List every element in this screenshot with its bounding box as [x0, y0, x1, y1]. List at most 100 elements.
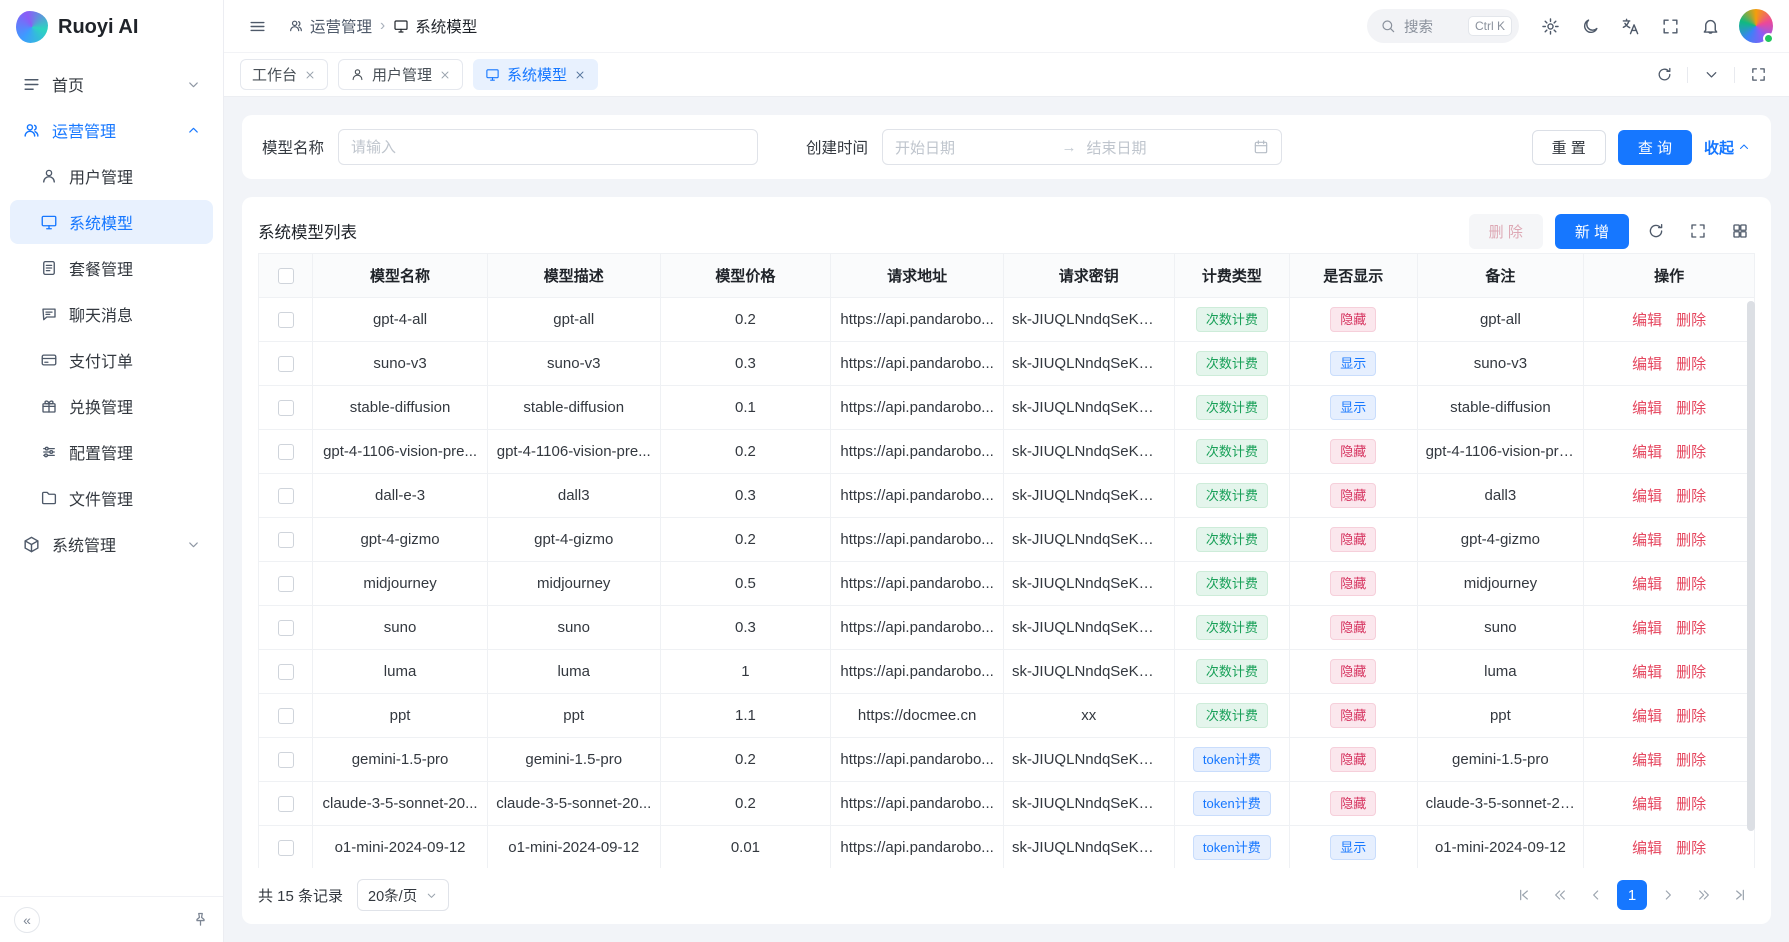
sidebar-menu-item[interactable]: 首页: [10, 62, 213, 106]
row-checkbox[interactable]: [278, 444, 294, 460]
edit-link[interactable]: 编辑: [1632, 796, 1662, 813]
model-name-input[interactable]: [338, 129, 758, 165]
close-icon[interactable]: [304, 69, 316, 81]
row-checkbox[interactable]: [278, 400, 294, 416]
row-checkbox[interactable]: [278, 356, 294, 372]
query-button[interactable]: 查 询: [1618, 130, 1692, 165]
tab-menu-button[interactable]: [1696, 60, 1726, 90]
row-checkbox[interactable]: [278, 708, 294, 724]
row-checkbox[interactable]: [278, 576, 294, 592]
sidebar-submenu-item[interactable]: 配置管理: [10, 430, 213, 474]
tab[interactable]: 用户管理: [338, 59, 463, 90]
delete-link[interactable]: 删除: [1676, 576, 1706, 593]
sidebar-menu-item[interactable]: 系统管理: [10, 522, 213, 566]
user-avatar[interactable]: [1739, 9, 1773, 43]
row-checkbox[interactable]: [278, 312, 294, 328]
edit-link[interactable]: 编辑: [1632, 488, 1662, 505]
column-settings-button[interactable]: [1725, 216, 1755, 246]
breadcrumb-item[interactable]: 运营管理: [288, 15, 372, 37]
content-fullscreen-button[interactable]: [1743, 60, 1773, 90]
delete-link[interactable]: 删除: [1676, 708, 1706, 725]
edit-link[interactable]: 编辑: [1632, 532, 1662, 549]
select-all-checkbox[interactable]: [278, 268, 294, 284]
table-fullscreen-button[interactable]: [1683, 216, 1713, 246]
edit-link[interactable]: 编辑: [1632, 840, 1662, 857]
settings-button[interactable]: [1533, 9, 1567, 43]
sidebar-submenu-item[interactable]: 支付订单: [10, 338, 213, 382]
edit-link[interactable]: 编辑: [1632, 312, 1662, 329]
next-group-button[interactable]: [1689, 880, 1719, 910]
row-checkbox[interactable]: [278, 664, 294, 680]
app-logo[interactable]: Ruoyi AI: [0, 0, 223, 54]
prev-group-button[interactable]: [1545, 880, 1575, 910]
delete-link[interactable]: 删除: [1676, 532, 1706, 549]
prev-page-button[interactable]: [1581, 880, 1611, 910]
edit-link[interactable]: 编辑: [1632, 400, 1662, 417]
cell-request-url: https://api.pandarobo...: [831, 298, 1004, 342]
row-checkbox[interactable]: [278, 840, 294, 856]
edit-link[interactable]: 编辑: [1632, 752, 1662, 769]
table-refresh-button[interactable]: [1641, 216, 1671, 246]
row-checkbox[interactable]: [278, 488, 294, 504]
edit-link[interactable]: 编辑: [1632, 356, 1662, 373]
first-page-button[interactable]: [1509, 880, 1539, 910]
delete-link[interactable]: 删除: [1676, 356, 1706, 373]
delete-button[interactable]: 删 除: [1469, 214, 1543, 249]
vertical-scrollbar[interactable]: [1747, 301, 1755, 831]
menu-item-icon: [22, 535, 41, 554]
close-icon[interactable]: [574, 69, 586, 81]
sidebar-submenu-item[interactable]: 兑换管理: [10, 384, 213, 428]
close-icon[interactable]: [439, 69, 451, 81]
page-number-button[interactable]: 1: [1617, 880, 1647, 910]
cell-model-desc: gpt-4-gizmo: [487, 518, 660, 562]
fullscreen-button[interactable]: [1653, 9, 1687, 43]
sidebar-menu-item[interactable]: 运营管理: [10, 108, 213, 152]
row-checkbox[interactable]: [278, 796, 294, 812]
reset-button[interactable]: 重 置: [1532, 130, 1606, 165]
sidebar-submenu-item[interactable]: 文件管理: [10, 476, 213, 520]
visibility-tag: 隐藏: [1330, 527, 1376, 553]
delete-link[interactable]: 删除: [1676, 400, 1706, 417]
row-checkbox[interactable]: [278, 752, 294, 768]
edit-link[interactable]: 编辑: [1632, 664, 1662, 681]
delete-link[interactable]: 删除: [1676, 796, 1706, 813]
row-checkbox[interactable]: [278, 532, 294, 548]
delete-link[interactable]: 删除: [1676, 620, 1706, 637]
date-range-picker[interactable]: 开始日期 → 结束日期: [882, 129, 1282, 165]
collapse-filter-link[interactable]: 收起: [1704, 137, 1751, 158]
edit-link[interactable]: 编辑: [1632, 620, 1662, 637]
add-button[interactable]: 新 增: [1555, 214, 1629, 249]
sidebar-submenu-item[interactable]: 聊天消息: [10, 292, 213, 336]
page-size-select[interactable]: 20条/页: [357, 879, 449, 911]
end-date-placeholder[interactable]: 结束日期: [1087, 137, 1244, 158]
hamburger-button[interactable]: [240, 9, 274, 43]
delete-link[interactable]: 删除: [1676, 840, 1706, 857]
dark-mode-button[interactable]: [1573, 9, 1607, 43]
tab[interactable]: 工作台: [240, 59, 328, 90]
edit-link[interactable]: 编辑: [1632, 444, 1662, 461]
edit-link[interactable]: 编辑: [1632, 576, 1662, 593]
edit-link[interactable]: 编辑: [1632, 708, 1662, 725]
breadcrumb-item[interactable]: 系统模型: [393, 15, 477, 37]
next-page-button[interactable]: [1653, 880, 1683, 910]
notifications-button[interactable]: [1693, 9, 1727, 43]
sidebar-submenu-item[interactable]: 系统模型: [10, 200, 213, 244]
global-search[interactable]: 搜索 Ctrl K: [1367, 9, 1519, 43]
tab-refresh-button[interactable]: [1649, 60, 1679, 90]
refresh-icon: [1656, 66, 1673, 83]
delete-link[interactable]: 删除: [1676, 444, 1706, 461]
cell-request-key: sk-JIUQLNndqSeKWU...: [1003, 738, 1174, 782]
delete-link[interactable]: 删除: [1676, 752, 1706, 769]
last-page-button[interactable]: [1725, 880, 1755, 910]
delete-link[interactable]: 删除: [1676, 488, 1706, 505]
pin-icon[interactable]: [192, 911, 209, 928]
start-date-placeholder[interactable]: 开始日期: [895, 137, 1052, 158]
language-button[interactable]: [1613, 9, 1647, 43]
row-checkbox[interactable]: [278, 620, 294, 636]
delete-link[interactable]: 删除: [1676, 664, 1706, 681]
delete-link[interactable]: 删除: [1676, 312, 1706, 329]
sidebar-submenu-item[interactable]: 用户管理: [10, 154, 213, 198]
tab[interactable]: 系统模型: [473, 59, 598, 90]
sidebar-submenu-item[interactable]: 套餐管理: [10, 246, 213, 290]
sidebar-collapse-button[interactable]: «: [14, 907, 40, 933]
